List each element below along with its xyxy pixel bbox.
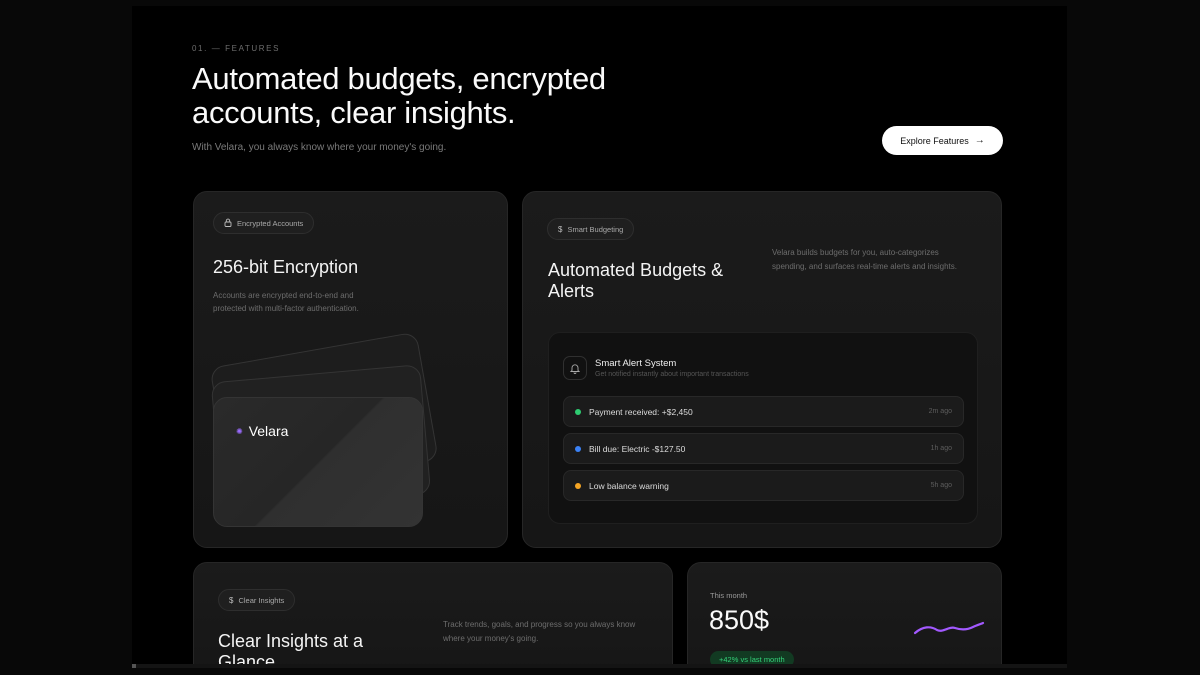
sparkline-chart (913, 621, 985, 635)
features-section: 01. — FEATURES Automated budgets, encryp… (132, 6, 1067, 668)
alert-panel: Smart Alert System Get notified instantl… (548, 332, 978, 524)
alert-text: Payment received: +$2,450 (589, 406, 693, 417)
dollar-icon: $ (229, 595, 234, 605)
smart-budgeting-pill: $ Smart Budgeting (547, 218, 635, 240)
sparkle-icon: ✺ (236, 426, 243, 436)
alert-time: 2m ago (928, 408, 952, 415)
month-value: 850$ (709, 605, 770, 635)
encryption-title: 256-bit Encryption (213, 257, 359, 277)
alert-item[interactable]: Low balance warning 5h ago (563, 470, 964, 501)
alert-item[interactable]: Bill due: Electric -$127.50 1h ago (563, 433, 964, 464)
section-subline: With Velara, you always know where your … (192, 142, 447, 153)
dollar-icon: $ (558, 224, 563, 234)
alert-text: Bill due: Electric -$127.50 (589, 443, 686, 454)
status-dot (575, 482, 581, 489)
encrypted-accounts-pill: Encrypted Accounts (213, 212, 315, 234)
pill-label: Clear Insights (238, 595, 285, 605)
encryption-desc: Accounts are encrypted end-to-end and pr… (213, 291, 359, 313)
insights-card: $ Clear Insights Clear Insights at a Gla… (193, 562, 673, 668)
card-brand: Velara (248, 423, 289, 439)
section-headline: Automated budgets, encrypted accounts, c… (192, 61, 606, 130)
clear-insights-pill: $ Clear Insights (218, 589, 296, 611)
insights-title: Clear Insights at a Glance (218, 631, 364, 668)
budgeting-title: Automated Budgets & Alerts (548, 260, 724, 301)
alert-panel-subtitle: Get notified instantly about important t… (595, 371, 749, 378)
encryption-card: Encrypted Accounts 256-bit Encryption Ac… (193, 191, 508, 548)
pill-label: Encrypted Accounts (237, 218, 304, 228)
scrollbar-thumb[interactable] (132, 664, 136, 668)
lock-icon (224, 218, 232, 229)
horizontal-scrollbar[interactable] (132, 664, 1067, 668)
velara-card-logo: ✺ Velara (236, 423, 288, 439)
explore-features-label: Explore Features (900, 135, 969, 146)
alert-time: 5h ago (930, 482, 952, 489)
bell-icon (563, 356, 587, 380)
section-eyebrow: 01. — FEATURES (192, 44, 281, 53)
pill-label: Smart Budgeting (567, 224, 624, 234)
alert-panel-title: Smart Alert System (595, 358, 677, 369)
status-dot (575, 408, 581, 415)
monthly-summary-card: This month 850$ +42% vs last month (687, 562, 1002, 668)
alert-time: 1h ago (930, 445, 952, 452)
card-illustration-front: ✺ Velara (213, 397, 423, 527)
arrow-right-icon: → (974, 135, 985, 146)
alert-item[interactable]: Payment received: +$2,450 2m ago (563, 396, 964, 427)
status-dot (575, 445, 581, 452)
budgeting-card: $ Smart Budgeting Automated Budgets & Al… (522, 191, 1002, 548)
budgeting-desc: Velara builds budgets for you, auto-cate… (772, 248, 957, 271)
insights-desc: Track trends, goals, and progress so you… (443, 620, 636, 643)
explore-features-button[interactable]: Explore Features → (882, 126, 1003, 155)
month-label: This month (710, 591, 748, 600)
alert-text: Low balance warning (589, 480, 669, 491)
